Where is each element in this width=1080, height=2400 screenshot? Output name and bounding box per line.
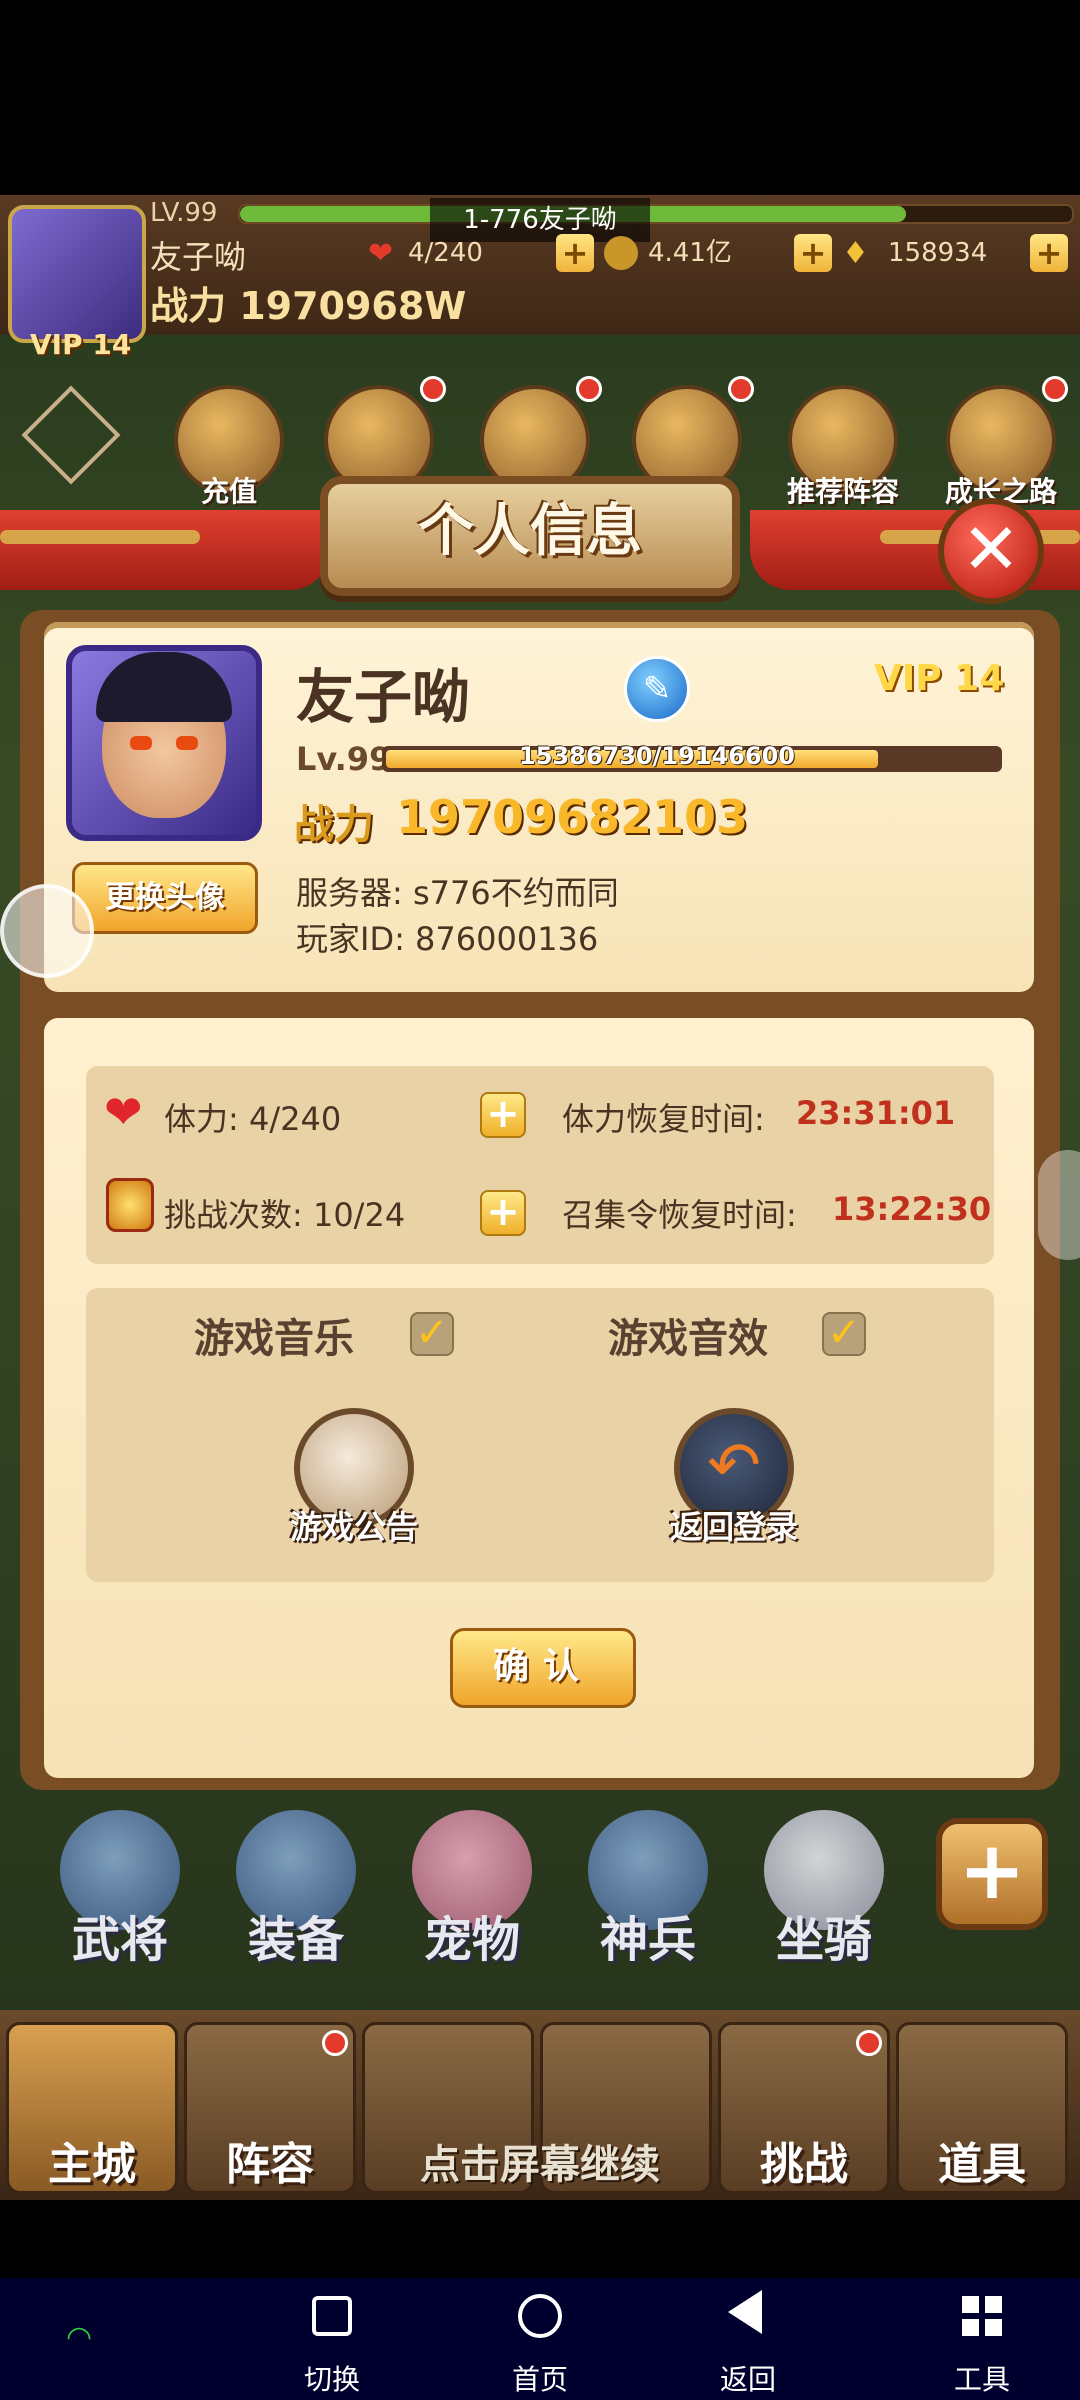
mount-label: 坐骑: [775, 1912, 872, 1968]
portrait-eye: [176, 736, 198, 750]
nav-switch-label[interactable]: 切换: [272, 2358, 392, 2398]
notification-dot: [322, 2030, 348, 2056]
hud-level: LV.99: [150, 198, 218, 228]
tab-challenge-label: 挑战: [760, 2139, 848, 2190]
server-info: 服务器: s776不约而同: [296, 874, 619, 912]
hud-power: 战力 1970968W: [150, 284, 467, 328]
tab-lineup-label: 阵容: [226, 2139, 314, 2190]
hud-vip-badge: VIP 14: [30, 328, 132, 361]
generals-label: 武将: [71, 1912, 168, 1968]
recommend-lineup-label: 推荐阵容: [786, 475, 899, 508]
hud-gems: 158934: [888, 238, 988, 268]
gem-icon: ♦: [842, 236, 869, 271]
notification-dot: [856, 2030, 882, 2056]
notification-dot: [576, 376, 602, 402]
nav-back-label[interactable]: 返回: [688, 2358, 808, 2398]
pet-label: 宠物: [423, 1912, 520, 1968]
gem-add-button[interactable]: +: [1030, 234, 1068, 272]
power-value: 19709682103: [396, 790, 749, 844]
vip-label: VIP 14: [874, 658, 1005, 699]
change-avatar-button[interactable]: 更换头像: [72, 862, 258, 934]
back-icon[interactable]: [728, 2290, 762, 2334]
hud-gold: 4.41亿: [648, 238, 732, 268]
hud-stamina: 4/240: [408, 238, 483, 268]
return-login-label[interactable]: 返回登录: [634, 1502, 834, 1548]
hud-avatar[interactable]: [8, 205, 146, 343]
notification-dot: [728, 376, 754, 402]
notification-dot: [420, 376, 446, 402]
floating-assist-button[interactable]: [0, 884, 94, 978]
gold-add-button[interactable]: +: [794, 234, 832, 272]
gold-coin-icon: [604, 236, 638, 270]
notification-dot: [1042, 376, 1068, 402]
wifi-icon: ◠: [66, 2320, 93, 2355]
ribbon-left: [0, 510, 330, 590]
hud-player-name: 友子呦: [150, 238, 247, 276]
edit-name-button[interactable]: ✎: [624, 656, 690, 722]
portrait-eye: [130, 736, 152, 750]
summon-recover-label: 召集令恢复时间:: [562, 1196, 797, 1234]
sfx-checkbox[interactable]: ✓: [822, 1312, 866, 1356]
home-icon[interactable]: [518, 2294, 562, 2338]
switch-icon[interactable]: [312, 2296, 352, 2336]
stamina-plus-button[interactable]: +: [480, 1092, 526, 1138]
music-checkbox[interactable]: ✓: [410, 1312, 454, 1356]
stamina-label: 体力: 4/240: [164, 1100, 342, 1138]
tools-grid-icon[interactable]: [962, 2296, 1002, 2336]
dialog-title: 个人信息: [418, 499, 642, 564]
stamina-add-button[interactable]: +: [556, 234, 594, 272]
tab-items-label: 道具: [938, 2139, 1026, 2190]
spear-left-decor: [0, 530, 200, 544]
power-label: 战力: [294, 802, 374, 848]
stamina-recover-time: 23:31:01: [796, 1094, 956, 1132]
stamina-heart-icon: ❤: [368, 236, 394, 271]
player-id: 玩家ID: 876000136: [296, 920, 599, 958]
side-drawer-handle[interactable]: [1038, 1150, 1080, 1260]
summon-token-icon: [106, 1178, 154, 1232]
tap-to-continue-hint: 点击屏幕继续: [420, 2142, 660, 2188]
recharge-label: 充值: [200, 475, 257, 508]
challenge-count-label: 挑战次数: 10/24: [164, 1196, 406, 1234]
tab-main-city-label: 主城: [48, 2139, 136, 2190]
close-button[interactable]: ✕: [938, 498, 1044, 604]
add-function-button[interactable]: +: [936, 1818, 1048, 1930]
challenge-plus-button[interactable]: +: [480, 1190, 526, 1236]
equipment-label: 装备: [247, 1912, 344, 1968]
exp-text: 15386730/19146600: [519, 742, 795, 770]
level-label: Lv.99: [296, 740, 392, 778]
nav-tools-label[interactable]: 工具: [922, 2358, 1042, 2398]
stamina-heart-icon: ❤: [104, 1085, 143, 1139]
game-notice-label[interactable]: 游戏公告: [254, 1502, 454, 1548]
sfx-label: 游戏音效: [608, 1316, 768, 1362]
summon-recover-time: 13:22:30: [832, 1190, 992, 1228]
confirm-button[interactable]: 确认: [450, 1628, 636, 1708]
stamina-recover-label: 体力恢复时间:: [562, 1100, 765, 1138]
music-label: 游戏音乐: [194, 1316, 354, 1362]
player-name: 友子呦: [296, 663, 471, 731]
nav-home-label[interactable]: 首页: [480, 2358, 600, 2398]
divine-weapon-label: 神兵: [599, 1912, 696, 1968]
